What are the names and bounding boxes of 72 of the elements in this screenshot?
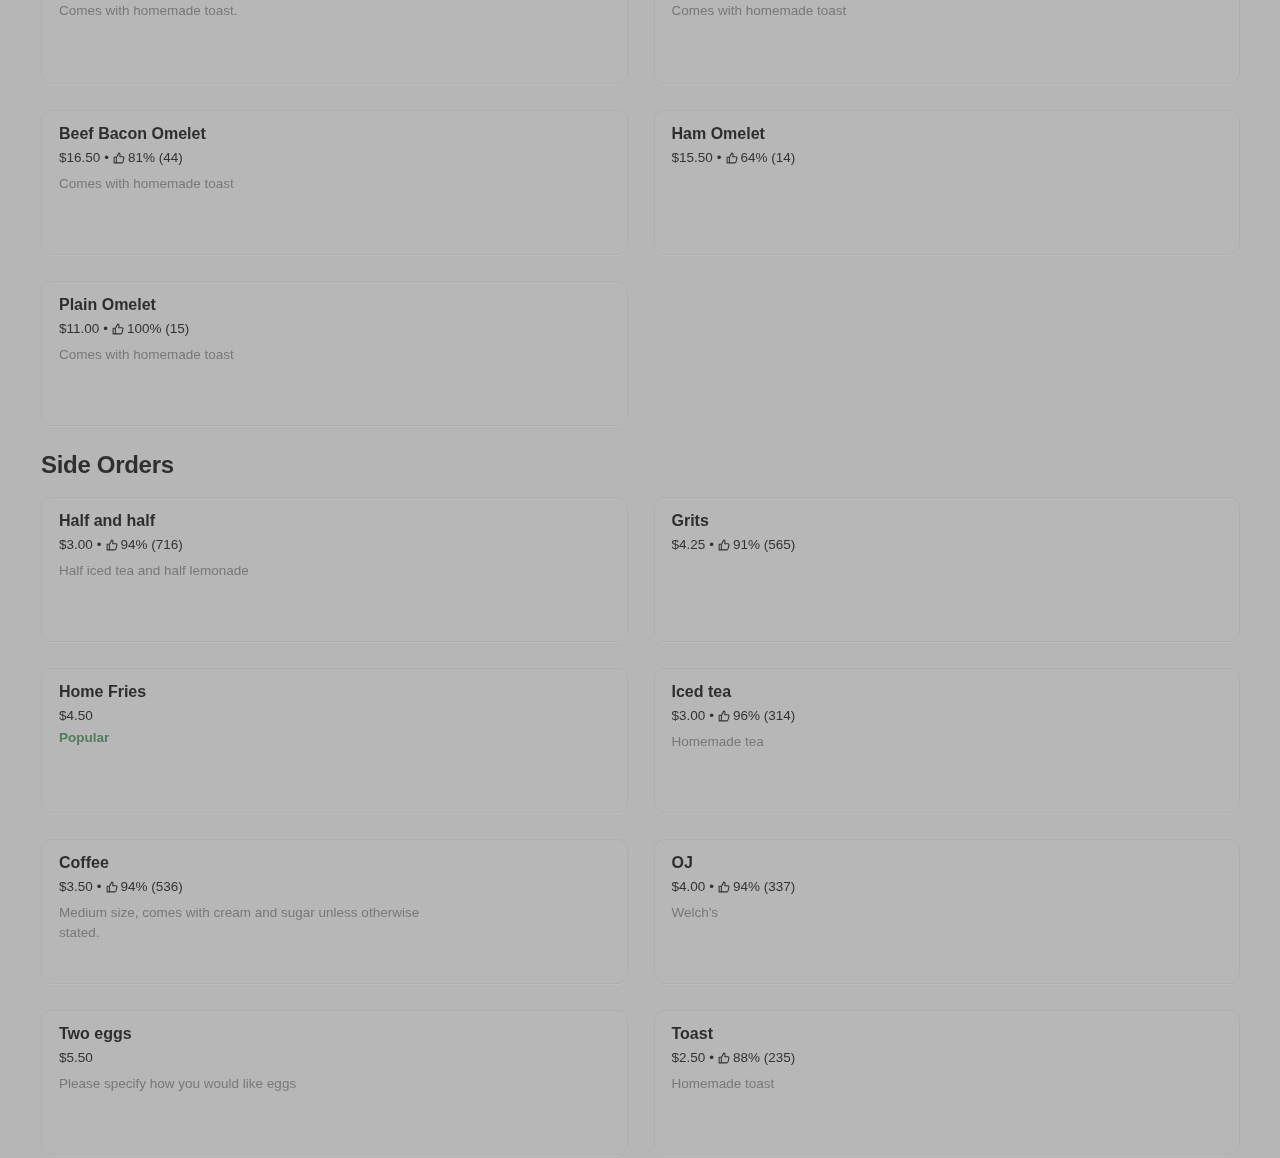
item-price: $4.50 [59, 707, 93, 725]
item-description: Welch's [671, 904, 720, 922]
section-heading: Side Orders [41, 450, 175, 480]
popular-tag: Popular [59, 728, 609, 748]
separator-dot: • [103, 320, 109, 338]
item-price: $15.50 [671, 149, 713, 167]
separator-dot: • [716, 149, 722, 167]
rating-text: 94% (337) [733, 878, 796, 896]
item-name: Plain Omelet [59, 295, 157, 315]
thumbs-up-icon [105, 539, 118, 551]
item-name: Two eggs [59, 1024, 133, 1044]
item-price: $5.50 [59, 1049, 93, 1067]
separator-dot: • [709, 878, 715, 896]
item-price: $3.00 [671, 707, 706, 725]
item-price: $2.50 [671, 1049, 706, 1067]
menu-item-card[interactable]: Grits $4.25 • 91% (565) [653, 497, 1240, 642]
item-description: Comes with homemade toast. [59, 2, 239, 20]
thumbs-up-icon [113, 152, 126, 164]
rating-text: 100% (15) [127, 320, 190, 338]
thumbs-up-icon [718, 539, 731, 551]
menu-item-card[interactable]: Home Fries $4.50 Popular [41, 668, 628, 813]
thumbs-up-icon [718, 881, 731, 893]
item-description: Homemade tea [671, 733, 765, 751]
item-price: $11.00 [59, 320, 100, 338]
rating-text: 94% (716) [120, 536, 183, 554]
item-price: $16.50 [59, 149, 101, 167]
menu-item-card[interactable]: Ham Omelet $15.50 • 64% (14) [653, 110, 1240, 255]
item-name: Half and half [59, 511, 156, 531]
menu-item-card[interactable]: Beef Bacon Omelet $16.50 • 81% (44) Comes with homemade toast [41, 110, 628, 255]
menu-item-card[interactable]: Iced tea $3.00 • 96% (314) Homemade tea [653, 668, 1240, 813]
thumbs-up-icon [105, 881, 118, 893]
item-name: Home Fries [59, 682, 148, 702]
separator-dot: • [709, 707, 715, 725]
item-name: OJ [671, 853, 694, 873]
thumbs-up-icon [718, 1052, 731, 1064]
menu-item-card[interactable]: Half and half $3.00 • 94% (716) Half iced tea and half lemonade [41, 497, 628, 642]
menu-item-card[interactable]: Plain Omelet $11.00 • 100% (15) Comes with homemade toast [41, 281, 628, 426]
item-name: Grits [671, 511, 710, 531]
item-name: Ham Omelet [671, 124, 766, 144]
item-price: $4.00 [671, 878, 706, 896]
thumbs-up-icon [112, 323, 125, 335]
item-name: Iced tea [671, 682, 733, 702]
rating-text: 91% (565) [733, 536, 796, 554]
item-description: Homemade toast [671, 1075, 776, 1093]
item-name: Coffee [59, 853, 110, 873]
item-name: Beef Bacon Omelet [59, 124, 207, 144]
thumbs-up-icon [718, 710, 731, 722]
item-description: Comes with homemade toast [59, 346, 235, 364]
rating-text: 88% (235) [733, 1049, 796, 1067]
menu-item-card[interactable]: OJ $4.00 • 94% (337) Welch's [653, 839, 1240, 984]
item-price: $4.25 [671, 536, 706, 554]
menu-item-card[interactable]: Coffee $3.50 • 94% (536) Medium size, comes with cream and sugar unless otherwise stated. [41, 839, 628, 984]
separator-dot: • [104, 149, 110, 167]
separator-dot: • [709, 1049, 715, 1067]
rating-text: 81% (44) [128, 149, 183, 167]
thumbs-up-icon [725, 152, 738, 164]
rating-text: 94% (536) [120, 878, 183, 896]
rating-text: 96% (314) [733, 707, 796, 725]
separator-dot: • [96, 536, 102, 554]
item-description: Medium size, comes with cream and sugar unless otherwise stated. [59, 904, 421, 942]
separator-dot: • [96, 878, 102, 896]
item-description: Half iced tea and half lemonade [59, 562, 250, 580]
item-price: $3.00 [59, 536, 93, 554]
item-description: Comes with homemade toast [671, 2, 848, 20]
menu-item-card[interactable]: Toast $2.50 • 88% (235) Homemade toast [653, 1010, 1240, 1155]
rating-text: 64% (14) [740, 149, 796, 167]
item-price: $3.50 [59, 878, 93, 896]
menu-item-card[interactable]: Two eggs $5.50 Please specify how you would like eggs [41, 1010, 628, 1155]
item-description: Comes with homemade toast [59, 175, 235, 193]
item-description: Please specify how you would like eggs [59, 1075, 298, 1093]
item-name: Toast [671, 1024, 714, 1044]
separator-dot: • [709, 536, 715, 554]
